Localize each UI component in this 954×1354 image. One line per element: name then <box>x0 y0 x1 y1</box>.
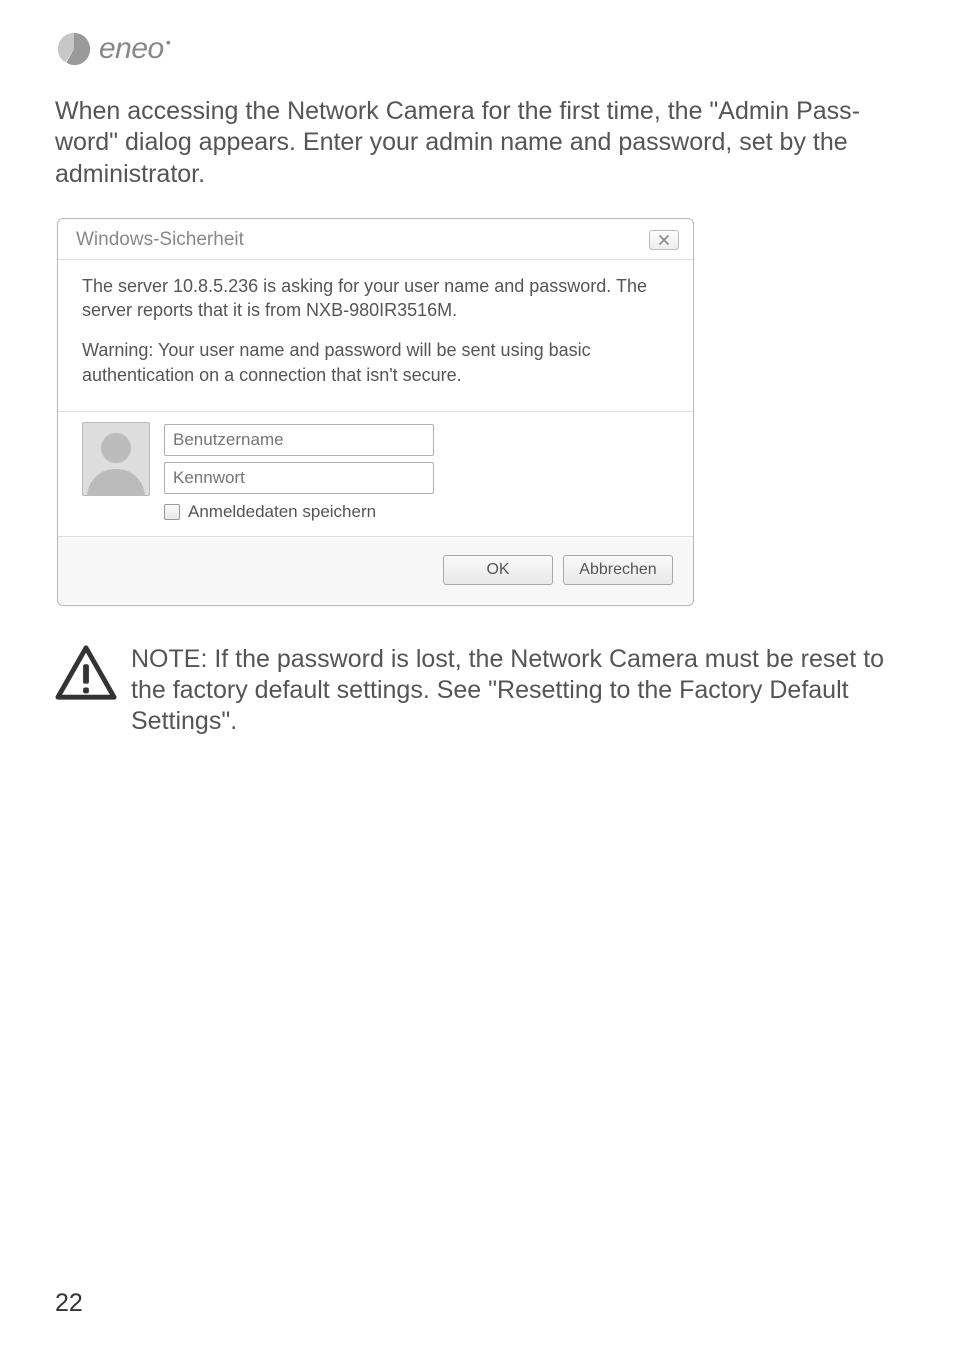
credential-fields: Anmeldedaten speichern <box>164 422 434 522</box>
brand-logo: eneo• <box>55 30 904 68</box>
dialog-titlebar: Windows-Sicherheit <box>58 219 693 260</box>
remember-label: Anmeldedaten speichern <box>188 502 376 522</box>
auth-dialog: Windows-Sicherheit The server 10.8.5.236… <box>57 218 694 606</box>
note-text: NOTE: If the password is lost, the Netwo… <box>131 644 904 738</box>
dialog-message-2: Warning: Your user name and password wil… <box>82 338 669 387</box>
warning-icon <box>55 644 117 702</box>
brand-logo-text: eneo• <box>99 32 170 66</box>
username-input[interactable] <box>164 424 434 456</box>
remember-credentials-row[interactable]: Anmeldedaten speichern <box>164 502 434 522</box>
intro-paragraph: When accessing the Network Camera for th… <box>55 96 904 190</box>
dialog-title: Windows-Sicherheit <box>76 229 244 251</box>
user-avatar-icon <box>82 422 150 496</box>
remember-checkbox[interactable] <box>164 504 180 520</box>
password-input[interactable] <box>164 462 434 494</box>
brand-logo-icon <box>55 30 93 68</box>
close-icon <box>658 234 670 246</box>
credentials-row: Anmeldedaten speichern <box>58 412 693 537</box>
ok-button[interactable]: OK <box>443 555 553 585</box>
page-number: 22 <box>55 1289 83 1318</box>
cancel-button[interactable]: Abbrechen <box>563 555 673 585</box>
dialog-message-1: The server 10.8.5.236 is asking for your… <box>82 274 669 323</box>
dialog-body: The server 10.8.5.236 is asking for your… <box>58 260 693 412</box>
dialog-footer: OK Abbrechen <box>58 537 693 605</box>
close-button[interactable] <box>649 230 679 250</box>
note-section: NOTE: If the password is lost, the Netwo… <box>55 644 904 738</box>
